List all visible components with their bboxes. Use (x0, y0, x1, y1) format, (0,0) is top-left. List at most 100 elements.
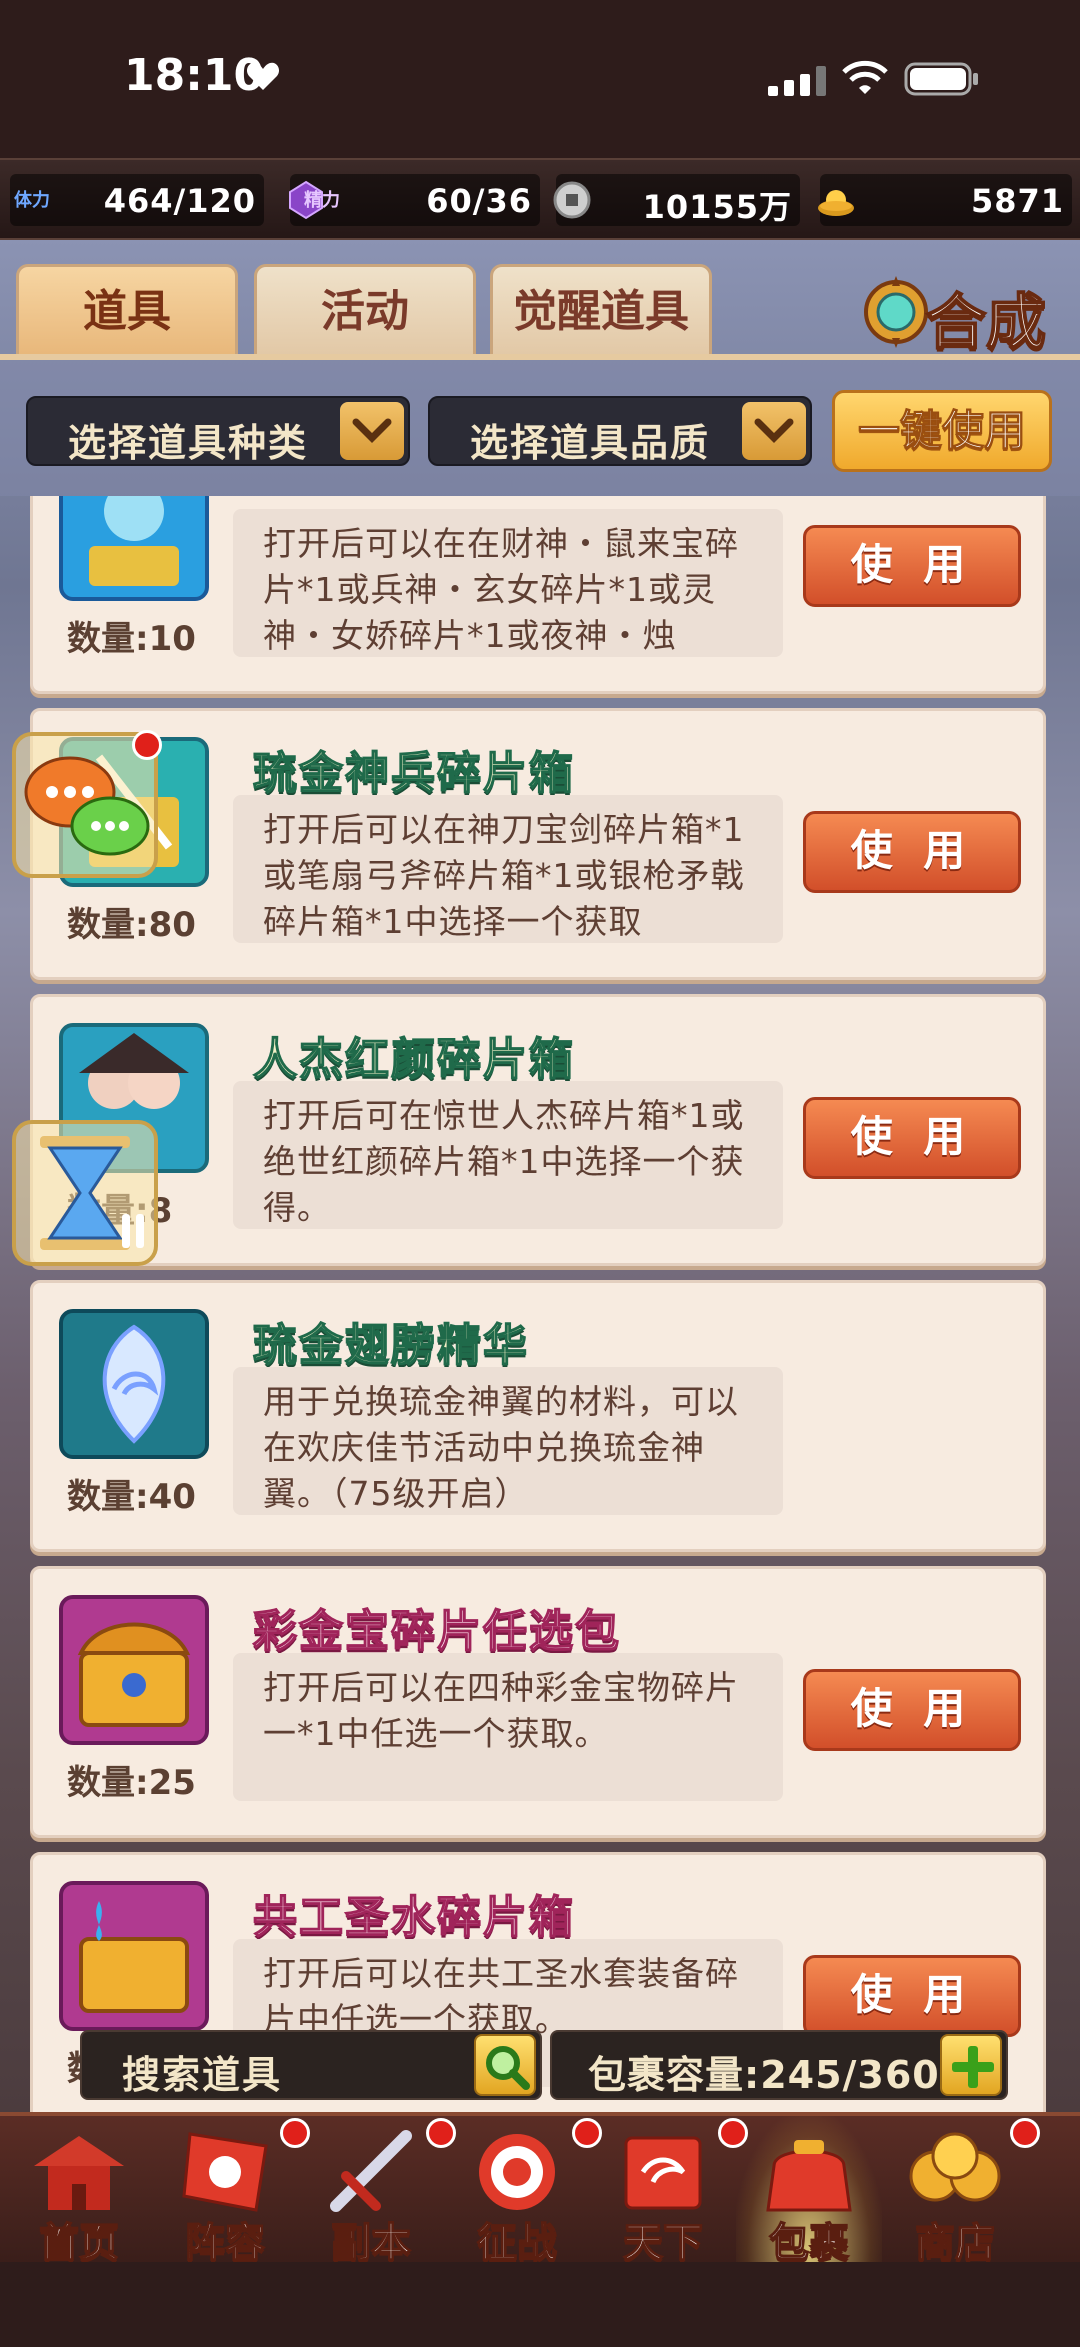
hero-fragment-icon (59, 496, 209, 601)
item-title: 彩金宝碎片任选包 (252, 1605, 621, 1658)
item-title: 琉金翅膀精华 (252, 1319, 529, 1372)
chat-float-button[interactable] (10, 730, 162, 880)
item-quantity: 数量:25 (67, 1763, 196, 1803)
status-time: 18:10 (124, 50, 265, 101)
gold-resource: 5871 (818, 174, 1072, 226)
bag-footer: 搜索道具 包裹容量:245/360 (60, 2024, 1020, 2106)
search-input[interactable]: 搜索道具 (80, 2030, 542, 2100)
tab-awaken-items[interactable]: 觉醒道具 (490, 264, 712, 356)
item-quality-dropdown[interactable]: 选择道具品质 (428, 396, 812, 466)
item-quantity: 数量:80 (67, 905, 196, 945)
nav-shop[interactable]: 商店 (882, 2116, 1040, 2267)
tab-activity[interactable]: 活动 (254, 264, 476, 356)
expand-capacity-button[interactable] (940, 2034, 1002, 2096)
system-status-bar: 18:10 (0, 0, 1080, 150)
stamina-resource: 体力 464/120 (10, 174, 264, 226)
holy-water-chest-icon (59, 1881, 209, 2031)
home-indicator-area (0, 2262, 1080, 2347)
coins-icon (909, 2132, 1001, 2202)
item-list: 数量:10 打开后可以在在财神・鼠来宝碎片*1或兵神・玄女碎片*1或灵神・女娇碎… (0, 496, 1080, 2112)
nav-bag[interactable]: 包裹 (736, 2116, 882, 2267)
item-description: 打开后可以在在财神・鼠来宝碎片*1或兵神・玄女碎片*1或灵神・女娇碎片*1或夜神… (233, 509, 783, 657)
wifi-icon (842, 60, 888, 94)
nav-home[interactable]: 首页 (6, 2116, 152, 2267)
item-quantity: 数量:10 (67, 619, 196, 659)
synthesize-button[interactable]: 合成 (860, 264, 1060, 360)
resource-bar: 体力 464/120 精力 60/36 10155万 5871 (0, 158, 1080, 240)
use-button[interactable]: 使 用 (803, 1097, 1021, 1179)
list-item: 琉金神兵碎片箱 数量:80 打开后可以在神刀宝剑碎片箱*1或笔扇弓斧碎片箱*1或… (30, 708, 1046, 980)
item-quality-label: 选择道具品质 (470, 421, 711, 465)
tab-items[interactable]: 道具 (16, 264, 238, 356)
gold-value: 5871 (970, 182, 1064, 220)
item-title: 人杰红颜碎片箱 (252, 1033, 575, 1086)
nav-world[interactable]: 天下 (590, 2116, 748, 2267)
use-button[interactable]: 使 用 (803, 1669, 1021, 1751)
copper-value: 10155万 (642, 188, 792, 226)
compass-icon (864, 276, 928, 348)
bag-capacity-text: 包裹容量:245/360 (588, 2053, 940, 2097)
nav-dungeon[interactable]: 副本 (298, 2116, 456, 2267)
item-description: 用于兑换琉金神翼的材料，可以在欢庆佳节活动中兑换琉金神翼。（75级开启） (233, 1367, 783, 1515)
wing-essence-icon (59, 1309, 209, 1459)
stamina-label: 体力 (14, 190, 50, 211)
item-title: 琉金神兵碎片箱 (252, 747, 575, 800)
nav-campaign[interactable]: 征战 (444, 2116, 602, 2267)
list-item: 人杰红颜碎片箱 数量:8 打开后可在惊世人杰碎片箱*1或绝世红颜碎片箱*1中选择… (30, 994, 1046, 1266)
search-placeholder: 搜索道具 (122, 2053, 283, 2097)
signal-icon (768, 66, 826, 96)
sword-icon (330, 2130, 412, 2212)
nav-label: 阵容 (184, 2219, 266, 2267)
item-description: 打开后可以在神刀宝剑碎片箱*1或笔扇弓斧碎片箱*1或银枪矛戟碎片箱*1中选择一个… (233, 795, 783, 943)
hourglass-icon (12, 1120, 158, 1266)
nav-label: 商店 (914, 2219, 996, 2267)
bag-capacity: 包裹容量:245/360 (550, 2030, 1008, 2100)
search-icon (486, 2046, 530, 2090)
scroll-icon (624, 2136, 702, 2210)
use-button[interactable]: 使 用 (803, 811, 1021, 893)
nav-label: 首页 (38, 2219, 120, 2267)
game-screen: { "status": {"time": "18:10"}, "resource… (0, 0, 1080, 2347)
battery-icon (904, 62, 978, 96)
notification-dot (1010, 2118, 1040, 2148)
item-title: 共工圣水碎片箱 (252, 1891, 575, 1944)
list-item: 彩金宝碎片任选包 数量:25 打开后可以在四种彩金宝物碎片一*1中任选一个获取。… (30, 1566, 1046, 1838)
use-all-button[interactable]: 一键使用 (832, 390, 1052, 472)
bag-icon (766, 2140, 852, 2212)
energy-resource: 精力 60/36 (289, 174, 540, 226)
treasure-chest-icon (59, 1595, 209, 1745)
target-icon (479, 2134, 555, 2210)
use-button[interactable]: 使 用 (803, 525, 1021, 607)
nav-label: 副本 (330, 2219, 412, 2267)
nav-label: 征战 (476, 2219, 558, 2267)
palace-icon (34, 2136, 124, 2210)
heart-icon (246, 62, 280, 90)
list-item: 琉金翅膀精华 数量:40 用于兑换琉金神翼的材料，可以在欢庆佳节活动中兑换琉金神… (30, 1280, 1046, 1552)
tab-bar: 道具 活动 觉醒道具 合成 (0, 240, 1080, 360)
list-item: 数量:10 打开后可以在在财神・鼠来宝碎片*1或兵神・玄女碎片*1或灵神・女娇碎… (30, 496, 1046, 694)
item-type-dropdown[interactable]: 选择道具种类 (26, 396, 410, 466)
copper-resource: 10155万 (553, 174, 800, 226)
search-button[interactable] (474, 2034, 536, 2096)
banner-icon (182, 2132, 268, 2212)
energy-value: 60/36 (426, 182, 532, 220)
synthesize-label: 合成 (925, 287, 1047, 359)
nav-label: 包裹 (768, 2219, 850, 2267)
energy-label: 精力 (304, 190, 340, 211)
nav-label: 天下 (622, 2219, 704, 2267)
nav-lineup[interactable]: 阵容 (152, 2116, 310, 2267)
chevron-down-icon (742, 402, 806, 460)
filter-row: 选择道具种类 选择道具品质 一键使用 (0, 360, 1080, 496)
stamina-value: 464/120 (103, 182, 256, 220)
item-description: 打开后可在惊世人杰碎片箱*1或绝世红颜碎片箱*1中选择一个获得。 (233, 1081, 783, 1229)
coin-icon (553, 181, 591, 219)
plus-icon (952, 2046, 994, 2088)
chevron-down-icon (340, 402, 404, 460)
bottom-nav: 首页 阵容 副本 征战 天下 包裹 商店 (0, 2112, 1080, 2267)
notification-dot (132, 730, 162, 760)
gold-ingot-icon (818, 190, 854, 216)
item-quantity: 数量:40 (67, 1477, 196, 1517)
timer-float-button[interactable] (10, 1118, 160, 1268)
item-type-label: 选择道具种类 (68, 421, 309, 465)
item-description: 打开后可以在四种彩金宝物碎片一*1中任选一个获取。 (233, 1653, 783, 1801)
